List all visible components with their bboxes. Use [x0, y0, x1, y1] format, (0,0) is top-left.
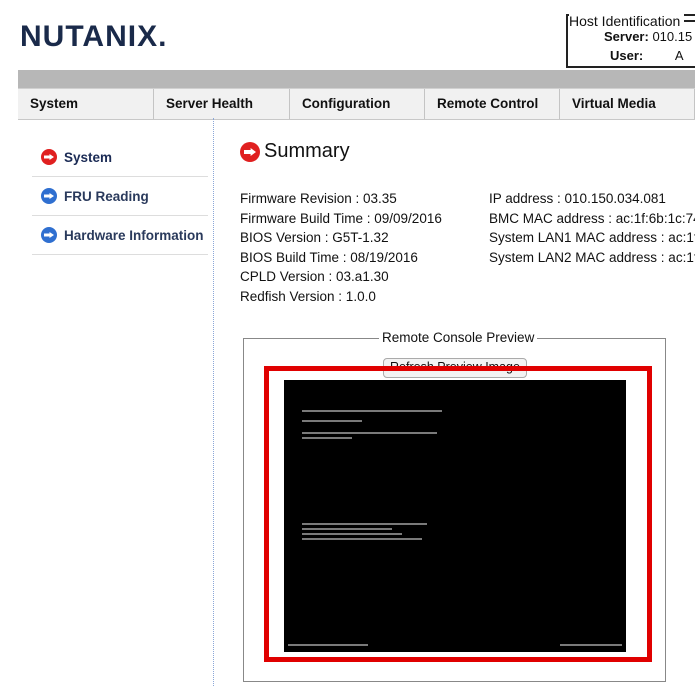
- main-nav: System Server Health Configuration Remot…: [18, 88, 695, 120]
- nutanix-logo: NUTANIX.: [20, 20, 168, 53]
- host-server-label: Server:: [604, 29, 649, 44]
- nav-configuration[interactable]: Configuration: [290, 89, 425, 119]
- arrow-right-blue-icon: [41, 227, 57, 243]
- page-title: Summary: [264, 140, 350, 162]
- console-text-lines: [288, 410, 622, 646]
- system-lan1-mac: System LAN1 MAC address : ac:1f:: [489, 230, 695, 245]
- bios-build-time: BIOS Build Time : 08/19/2016: [240, 249, 418, 265]
- host-identification-title: Host Identification: [569, 13, 685, 29]
- firmware-build-time: Firmware Build Time : 09/09/2016: [240, 210, 442, 226]
- sidebar-item-hardware-information[interactable]: Hardware Information: [32, 216, 208, 255]
- nav-virtual-media[interactable]: Virtual Media: [560, 89, 695, 119]
- bmc-mac-address: BMC MAC address : ac:1f:6b:1c:74: [489, 210, 695, 226]
- host-server-value: 010.15: [652, 29, 693, 44]
- host-user-row: User: A: [610, 48, 684, 63]
- console-preview-image[interactable]: [284, 380, 626, 652]
- host-user-value: A: [674, 48, 684, 63]
- sidebar-item-label: Hardware Information: [64, 227, 204, 243]
- redfish-version: Redfish Version : 1.0.0: [240, 288, 376, 304]
- arrow-right-red-icon: [240, 142, 260, 162]
- cpld-version: CPLD Version : 03.a1.30: [240, 269, 389, 284]
- arrow-right-blue-icon: [41, 188, 57, 204]
- header-band: [18, 70, 695, 88]
- host-server-row: Server: 010.15: [604, 29, 692, 44]
- nav-remote-control[interactable]: Remote Control: [425, 89, 560, 119]
- console-screen-content: [288, 410, 622, 646]
- bios-version: BIOS Version : G5T-1.32: [240, 230, 389, 245]
- summary-right-column: IP address : 010.150.034.081 BMC MAC add…: [489, 189, 695, 267]
- sidebar-item-label: System: [64, 149, 113, 165]
- system-lan2-mac: System LAN2 MAC address : ac:1f:: [489, 249, 695, 265]
- sidebar-divider: [213, 118, 214, 686]
- remote-console-preview-legend: Remote Console Preview: [379, 330, 538, 345]
- nav-server-health[interactable]: Server Health: [154, 89, 290, 119]
- sidebar: System FRU Reading Hardware Information: [32, 138, 208, 255]
- arrow-right-red-icon: [41, 149, 57, 165]
- summary-left-column: Firmware Revision : 03.35 Firmware Build…: [240, 189, 480, 306]
- sidebar-item-fru-reading[interactable]: FRU Reading: [32, 177, 208, 216]
- nav-system[interactable]: System: [18, 89, 154, 119]
- sidebar-item-label: FRU Reading: [64, 188, 149, 204]
- ip-address: IP address : 010.150.034.081: [489, 191, 666, 206]
- firmware-revision: Firmware Revision : 03.35: [240, 191, 397, 206]
- host-user-label: User:: [610, 48, 644, 63]
- sidebar-item-system[interactable]: System: [32, 138, 208, 177]
